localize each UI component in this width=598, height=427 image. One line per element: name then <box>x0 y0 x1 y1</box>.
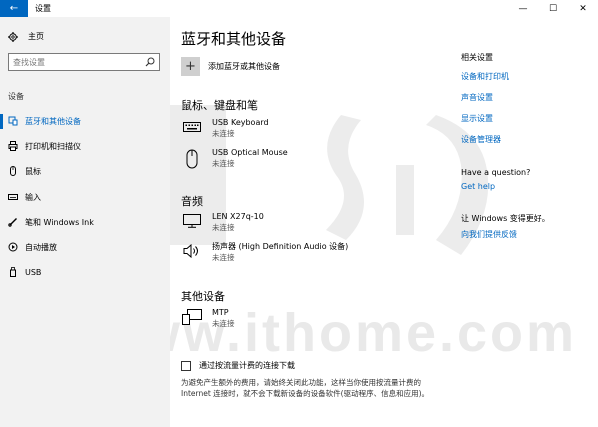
get-help-link[interactable]: Get help <box>461 182 591 191</box>
device-name: MTP <box>212 308 229 317</box>
metered-download-description: 为避免产生额外的费用，请始终关闭此功能，这样当你使用按流量计费的 Interne… <box>181 378 430 398</box>
sidebar-item-label: 自动播放 <box>25 243 57 253</box>
search-icon[interactable] <box>145 57 155 67</box>
metered-download-label: 通过按流量计费的连接下载 <box>199 361 295 370</box>
sidebar-item-bluetooth[interactable]: 蓝牙和其他设备 <box>0 109 170 134</box>
sidebar-item-label: 输入 <box>25 192 41 202</box>
sidebar-item-label: 蓝牙和其他设备 <box>25 117 81 127</box>
mouse-icon <box>186 149 198 169</box>
device-status: 未连接 <box>212 253 235 262</box>
device-item[interactable]: MTP 未连接 <box>181 308 235 329</box>
maximize-button[interactable]: ☐ <box>538 0 568 17</box>
sidebar-nav: 蓝牙和其他设备 打印机和扫描仪 鼠标 输入 笔和 Windows Ink 自动播… <box>0 109 170 285</box>
sidebar-item-label: 笔和 Windows Ink <box>25 217 94 227</box>
device-item[interactable]: 扬声器 (High Definition Audio 设备) 未连接 <box>181 242 348 263</box>
add-device-label: 添加蓝牙或其他设备 <box>208 62 280 71</box>
plus-icon: + <box>181 57 200 76</box>
home-label: 主页 <box>28 32 44 41</box>
device-item[interactable]: USB Keyboard 未连接 <box>181 118 269 139</box>
back-arrow-icon: ← <box>9 3 19 14</box>
window-title: 设置 <box>35 4 51 13</box>
device-name: USB Optical Mouse <box>212 148 288 157</box>
search-box[interactable] <box>8 53 160 71</box>
sidebar-item-label: 打印机和扫描仪 <box>25 142 81 152</box>
link-devices-and-printers[interactable]: 设备和打印机 <box>461 71 591 82</box>
pen-icon <box>8 217 17 227</box>
related-settings-heading: 相关设置 <box>461 53 493 62</box>
close-icon: ✕ <box>579 3 587 14</box>
search-input[interactable] <box>9 57 139 67</box>
autoplay-icon <box>8 242 18 252</box>
link-display-settings[interactable]: 显示设置 <box>461 113 591 124</box>
back-button[interactable]: ← <box>0 0 28 17</box>
group-title-audio: 音频 <box>181 195 203 208</box>
monitor-icon <box>183 214 201 228</box>
maximize-icon: ☐ <box>548 3 558 14</box>
link-sound-settings[interactable]: 声音设置 <box>461 92 591 103</box>
device-status: 未连接 <box>212 319 235 328</box>
usb-icon <box>10 267 16 278</box>
mouse-icon <box>10 166 16 177</box>
device-name: LEN X27q-10 <box>212 212 264 221</box>
window-controls: — ☐ ✕ <box>508 0 598 17</box>
keyboard-icon <box>8 193 18 200</box>
sidebar: 主页 设备 蓝牙和其他设备 打印机和扫描仪 <box>0 17 170 427</box>
sidebar-item-autoplay[interactable]: 自动播放 <box>0 235 170 260</box>
group-title-mouse-keyboard-pen: 鼠标、键盘和笔 <box>181 99 258 112</box>
title-bar: ← 设置 — ☐ ✕ <box>0 0 598 17</box>
device-item[interactable]: LEN X27q-10 未连接 <box>181 212 264 233</box>
device-item[interactable]: USB Optical Mouse 未连接 <box>181 148 288 170</box>
device-status: 未连接 <box>212 129 235 138</box>
sidebar-item-label: 鼠标 <box>25 167 41 177</box>
home-nav-item[interactable]: 主页 <box>8 31 44 42</box>
minimize-icon: — <box>518 3 528 14</box>
metered-download-checkbox[interactable] <box>181 360 191 371</box>
device-status: 未连接 <box>212 159 235 168</box>
sidebar-item-printers[interactable]: 打印机和扫描仪 <box>0 134 170 159</box>
sidebar-item-pen[interactable]: 笔和 Windows Ink <box>0 210 170 235</box>
bluetooth-devices-icon <box>8 116 18 126</box>
device-name: 扬声器 (High Definition Audio 设备) <box>212 242 349 251</box>
printer-icon <box>8 141 18 152</box>
feedback-link[interactable]: 向我们提供反馈 <box>461 229 591 240</box>
feedback-heading: 让 Windows 变得更好。 <box>461 214 550 223</box>
related-settings-panel: 相关设置 设备和打印机 声音设置 显示设置 设备管理器 Have a quest… <box>461 52 591 240</box>
keyboard-icon <box>183 122 201 132</box>
link-device-manager[interactable]: 设备管理器 <box>461 134 591 145</box>
group-title-other-devices: 其他设备 <box>181 290 225 303</box>
mtp-device-icon <box>182 309 202 325</box>
add-device-button[interactable]: + 添加蓝牙或其他设备 <box>181 57 280 76</box>
speaker-icon <box>183 244 198 258</box>
question-heading: Have a question? <box>461 168 531 177</box>
sidebar-item-label: USB <box>25 268 42 278</box>
sidebar-item-typing[interactable]: 输入 <box>0 185 170 210</box>
sidebar-item-usb[interactable]: USB <box>0 260 170 285</box>
page-title: 蓝牙和其他设备 <box>181 30 287 48</box>
minimize-button[interactable]: — <box>508 0 538 17</box>
section-label-devices: 设备 <box>8 92 24 101</box>
device-name: USB Keyboard <box>212 118 269 127</box>
sidebar-item-mouse[interactable]: 鼠标 <box>0 159 170 184</box>
close-button[interactable]: ✕ <box>568 0 598 17</box>
device-status: 未连接 <box>212 223 235 232</box>
metered-download-option[interactable]: 通过按流量计费的连接下载 <box>181 360 295 371</box>
gear-icon <box>8 31 18 42</box>
